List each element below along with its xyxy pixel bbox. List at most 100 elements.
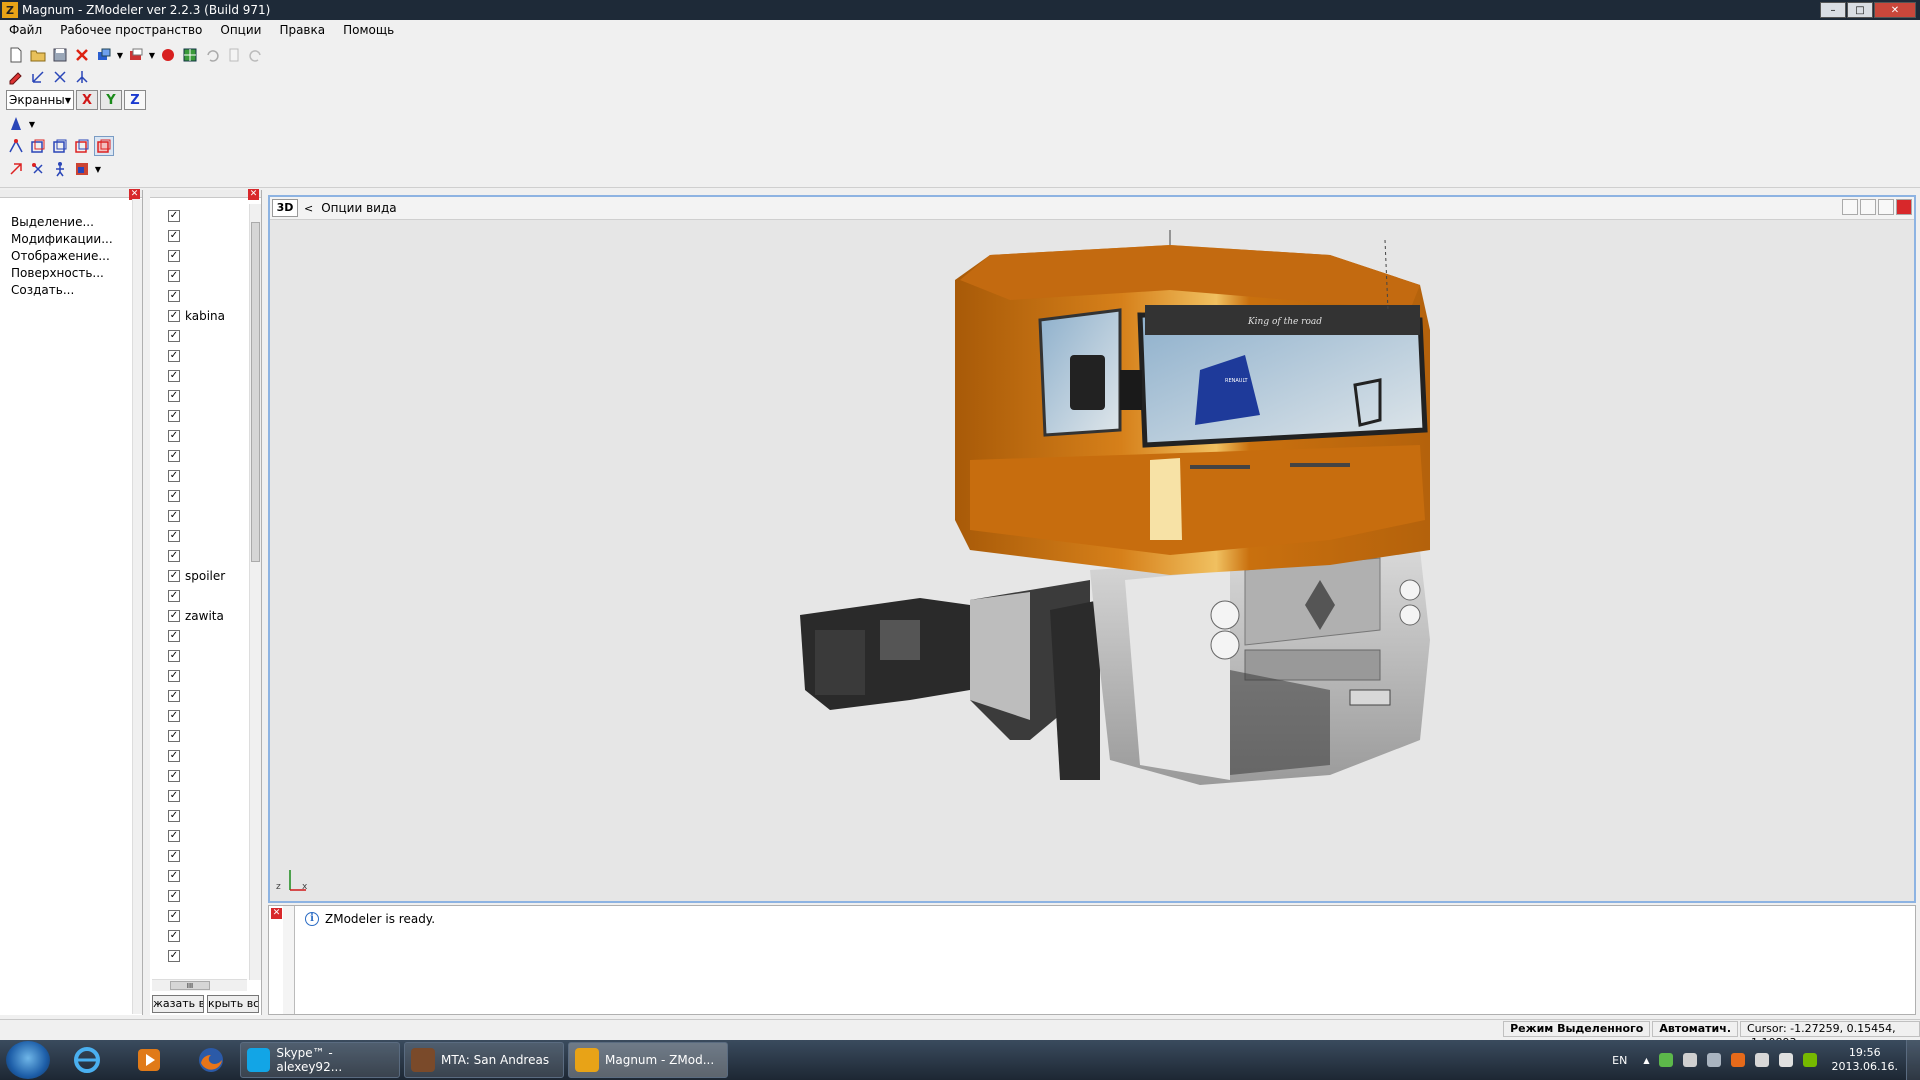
cmd-selection[interactable]: Выделение... — [11, 214, 142, 231]
close-icon[interactable]: ✕ — [248, 189, 259, 200]
tree-row[interactable]: ✓ — [168, 826, 248, 846]
visibility-checkbox[interactable]: ✓ — [168, 590, 180, 602]
light-cone-icon[interactable] — [6, 114, 26, 134]
axis-x-toggle[interactable]: X — [76, 90, 98, 110]
visibility-checkbox[interactable]: ✓ — [168, 250, 180, 262]
rotate-axis-icon[interactable] — [50, 67, 70, 87]
tree-row[interactable]: ✓ — [168, 726, 248, 746]
visibility-checkbox[interactable]: ✓ — [168, 810, 180, 822]
visibility-checkbox[interactable]: ✓ — [168, 550, 180, 562]
tree-row[interactable]: ✓ — [168, 346, 248, 366]
tree-row[interactable]: ✓ — [168, 386, 248, 406]
hide-all-button[interactable]: крыть вс — [207, 995, 259, 1013]
tree-row[interactable]: ✓ — [168, 466, 248, 486]
tree-row[interactable]: ✓ — [168, 406, 248, 426]
figure-icon[interactable] — [50, 159, 70, 179]
pen-icon[interactable] — [6, 67, 26, 87]
visibility-checkbox[interactable]: ✓ — [168, 730, 180, 742]
tray-volume-icon[interactable] — [1778, 1053, 1793, 1067]
tree-row[interactable]: ✓ — [168, 846, 248, 866]
tray-avast-icon[interactable] — [1730, 1053, 1745, 1067]
viewport-scene[interactable]: King of the road RENAULT z x — [270, 220, 1914, 901]
viewport-options-label[interactable]: Опции вида — [321, 201, 396, 215]
visibility-checkbox[interactable]: ✓ — [168, 950, 180, 962]
visibility-checkbox[interactable]: ✓ — [168, 670, 180, 682]
scrollbar-thumb[interactable] — [251, 222, 260, 562]
visibility-checkbox[interactable]: ✓ — [168, 790, 180, 802]
status-auto[interactable]: Автоматич. — [1652, 1020, 1738, 1037]
menu-edit[interactable]: Правка — [270, 23, 334, 37]
visibility-checkbox[interactable]: ✓ — [168, 510, 180, 522]
viewport-mode-button[interactable]: 3D — [272, 199, 298, 217]
select-object-icon[interactable] — [50, 136, 70, 156]
tree-row[interactable]: ✓ — [168, 206, 248, 226]
task-mta[interactable]: MTA: San Andreas — [404, 1042, 564, 1078]
tree-row[interactable]: ✓ — [168, 246, 248, 266]
tree-row[interactable]: ✓ — [168, 946, 248, 966]
tray-nvidia-icon[interactable] — [1802, 1053, 1817, 1067]
tree-row[interactable]: ✓ — [168, 866, 248, 886]
visibility-checkbox[interactable]: ✓ — [168, 690, 180, 702]
select-group-icon[interactable] — [72, 136, 92, 156]
visibility-checkbox[interactable]: ✓ — [168, 630, 180, 642]
menu-options[interactable]: Опции — [211, 23, 270, 37]
tree-row[interactable]: ✓ — [168, 586, 248, 606]
tree-row[interactable]: ✓ — [168, 486, 248, 506]
tray-network-icon[interactable] — [1754, 1053, 1769, 1067]
select-vertex-icon[interactable] — [6, 136, 26, 156]
tree-row[interactable]: ✓ — [168, 786, 248, 806]
object-tree-hscrollbar[interactable]: III — [152, 979, 247, 991]
tree-row[interactable]: ✓ — [168, 746, 248, 766]
visibility-checkbox[interactable]: ✓ — [168, 370, 180, 382]
chevron-down-icon[interactable]: ▼ — [94, 159, 102, 179]
redo-icon[interactable] — [246, 45, 266, 65]
visibility-checkbox[interactable]: ✓ — [168, 530, 180, 542]
visibility-checkbox[interactable]: ✓ — [168, 390, 180, 402]
visibility-checkbox[interactable]: ✓ — [168, 650, 180, 662]
record-icon[interactable] — [158, 45, 178, 65]
menu-workspace[interactable]: Рабочее пространство — [51, 23, 211, 37]
show-all-button[interactable]: жазать в — [152, 995, 204, 1013]
select-all-icon[interactable] — [94, 136, 114, 156]
tree-row[interactable]: ✓ — [168, 526, 248, 546]
clock[interactable]: 19:56 2013.06.16. — [1832, 1046, 1898, 1074]
visibility-checkbox[interactable]: ✓ — [168, 610, 180, 622]
visibility-checkbox[interactable]: ✓ — [168, 570, 180, 582]
tree-row[interactable]: ✓ — [168, 326, 248, 346]
tree-row[interactable]: ✓ — [168, 906, 248, 926]
visibility-checkbox[interactable]: ✓ — [168, 710, 180, 722]
tree-row[interactable]: ✓ — [168, 646, 248, 666]
tree-row[interactable]: ✓ — [168, 366, 248, 386]
start-button[interactable] — [6, 1041, 50, 1079]
view-mode-select[interactable]: Экранны ▼ — [6, 90, 74, 110]
menu-file[interactable]: Файл — [0, 23, 51, 37]
axis-z-toggle[interactable]: Z — [124, 90, 146, 110]
visibility-checkbox[interactable]: ✓ — [168, 850, 180, 862]
visibility-checkbox[interactable]: ✓ — [168, 270, 180, 282]
chevron-down-icon[interactable]: ▼ — [28, 114, 36, 134]
close-icon[interactable]: ✕ — [271, 908, 282, 919]
minimize-button[interactable]: – — [1820, 2, 1846, 18]
tree-row[interactable]: ✓ — [168, 686, 248, 706]
tree-row[interactable]: ✓ — [168, 226, 248, 246]
tree-row[interactable]: ✓ — [168, 626, 248, 646]
tree-row[interactable]: ✓ spoiler — [168, 566, 248, 586]
zmodeler-app-icon[interactable]: Z — [2, 2, 18, 18]
material-icon[interactable] — [72, 159, 92, 179]
tree-row[interactable]: ✓ — [168, 426, 248, 446]
tree-row[interactable]: ✓ — [168, 706, 248, 726]
close-button[interactable]: ✕ — [1874, 2, 1916, 18]
zoom-icon[interactable] — [1842, 199, 1858, 215]
tree-row[interactable]: ✓ — [168, 506, 248, 526]
visibility-checkbox[interactable]: ✓ — [168, 750, 180, 762]
visibility-checkbox[interactable]: ✓ — [168, 310, 180, 322]
tree-row[interactable]: ✓ — [168, 446, 248, 466]
move-axis-icon[interactable] — [28, 67, 48, 87]
viewport-options-arrow[interactable]: < — [304, 202, 313, 215]
maximize-button[interactable]: □ — [1847, 2, 1873, 18]
ie-icon[interactable] — [62, 1042, 112, 1078]
close-viewport-icon[interactable] — [1896, 199, 1912, 215]
tree-row[interactable]: ✓ — [168, 286, 248, 306]
status-selection-mode[interactable]: Режим Выделенного — [1503, 1020, 1651, 1037]
tree-row[interactable]: ✓ — [168, 546, 248, 566]
